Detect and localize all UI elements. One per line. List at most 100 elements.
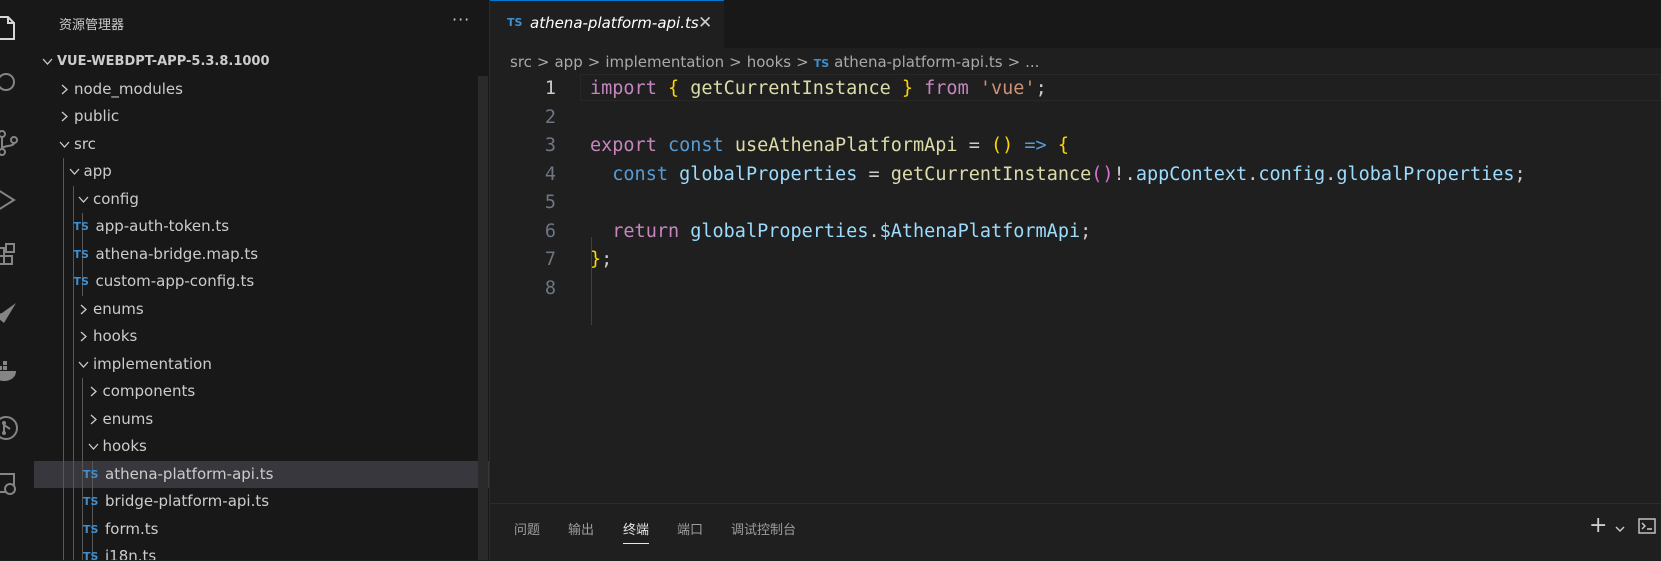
search-icon[interactable] [0, 70, 22, 100]
chevron-down-icon [57, 131, 73, 159]
typescript-file-icon: TS [73, 275, 89, 288]
breadcrumb-separator: > [587, 53, 601, 71]
tree-file[interactable]: TS i18n.ts [34, 543, 489, 560]
breadcrumb-separator: > [729, 53, 742, 71]
indent-guide [63, 240, 64, 268]
code-token: ; [1514, 163, 1526, 185]
code-line[interactable]: 1 import { getCurrentInstance } from 'vue… [490, 74, 1661, 104]
tree-folder[interactable]: config [34, 185, 489, 213]
code-token: () [1091, 163, 1114, 185]
terminal-icon[interactable] [1638, 517, 1656, 535]
typescript-file-icon: TS [507, 16, 523, 29]
typescript-file-icon: TS [83, 467, 99, 481]
code-editor[interactable]: 1 import { getCurrentInstance } from 'vue… [490, 74, 1661, 374]
chevron-right-icon [76, 296, 92, 324]
indent-guide [72, 323, 74, 351]
panel-tab[interactable]: 终端 [623, 519, 650, 544]
code-line[interactable]: 2 [490, 103, 1661, 133]
tree-item-label: hooks [93, 327, 138, 345]
tree-folder[interactable]: implementation [34, 350, 489, 378]
panel-tab[interactable]: 调试控制台 [731, 519, 796, 543]
tree-root-folder[interactable]: VUE-WEBDPT-APP-5.3.8.1000 [34, 48, 489, 76]
tree-folder[interactable]: app [34, 158, 489, 186]
breadcrumb-item[interactable]: implementation [605, 53, 724, 71]
typescript-file-icon: TS [83, 522, 99, 536]
code-token: = [957, 135, 991, 156]
code-line[interactable]: 3 export const useAthenaPlatformApi = () … [490, 131, 1661, 161]
chevron-down-icon[interactable] [1614, 520, 1626, 532]
editor-area: TS athena-platform-api.ts ✕ src > app > impl… [490, 0, 1661, 560]
panel-tab[interactable]: 端口 [677, 519, 703, 543]
more-actions-button[interactable]: ··· [452, 10, 470, 29]
indent-guide [72, 433, 74, 461]
file-tree: VUE-WEBDPT-APP-5.3.8.1000 node_modulespub… [34, 48, 489, 560]
typescript-file-icon: TS [83, 550, 99, 560]
run-debug-icon[interactable] [0, 185, 22, 215]
source-control-icon[interactable] [0, 128, 22, 158]
breadcrumb-item[interactable]: hooks [747, 53, 791, 71]
breadcrumb-item[interactable]: ... [1025, 53, 1039, 71]
tree-folder[interactable]: enums [34, 295, 489, 324]
breadcrumb-item[interactable]: app [554, 53, 582, 71]
indent-guide [63, 378, 64, 406]
explorer-icon[interactable] [0, 13, 22, 43]
indent-guide [82, 405, 83, 433]
tree-folder[interactable]: enums [34, 405, 489, 433]
chevron-down-icon [40, 48, 56, 76]
line-number: 1 [544, 78, 556, 99]
close-icon[interactable]: ✕ [698, 13, 712, 33]
remote-explorer-icon[interactable] [0, 470, 22, 500]
code-line[interactable]: 4 const globalProperties = getCurrentIns… [490, 160, 1661, 190]
code-token: return [612, 220, 680, 242]
sidebar-scrollbar[interactable] [478, 76, 488, 560]
tree-file[interactable]: TS custom-app-config.ts [34, 268, 489, 296]
new-terminal-button[interactable]: + [1589, 513, 1607, 538]
tree-folder[interactable]: public [34, 103, 489, 131]
extensions-icon[interactable] [0, 242, 22, 272]
breadcrumb-item[interactable]: athena-platform-api.ts [834, 53, 1002, 71]
code-token: globalProperties [1336, 163, 1515, 185]
docker-icon[interactable] [0, 356, 22, 386]
panel-tab[interactable]: 问题 [514, 519, 540, 543]
code-line[interactable]: 8 [490, 274, 1661, 304]
tree-file[interactable]: TS athena-bridge.map.ts [34, 240, 489, 268]
code-line[interactable]: 6 return globalProperties.$AthenaPlatfor… [490, 217, 1661, 247]
line-content: import { getCurrentInstance } from 'vue'… [590, 74, 1047, 104]
panel-tab[interactable]: 输出 [568, 519, 594, 543]
editor-tab[interactable]: TS athena-platform-api.ts ✕ [490, 0, 724, 48]
tree-file[interactable]: TS bridge-platform-api.ts [34, 488, 489, 516]
tree-folder[interactable]: src [34, 131, 489, 159]
code-line[interactable]: 7}; [490, 245, 1661, 275]
code-token: ; [1080, 220, 1092, 242]
tree-item-label: athena-bridge.map.ts [95, 244, 259, 263]
tree-folder[interactable]: components [34, 378, 489, 406]
line-content: return globalProperties.$AthenaPlatformA… [590, 217, 1091, 247]
tree-file[interactable]: TS form.ts [34, 515, 489, 543]
indent-guide [63, 158, 64, 186]
indent-guide [63, 488, 64, 516]
indent-guide [63, 405, 64, 433]
breadcrumb-item[interactable]: src [510, 53, 532, 71]
tree-folder[interactable]: hooks [34, 433, 489, 461]
code-token: export [590, 135, 657, 156]
code-line[interactable]: 5 [490, 188, 1661, 218]
explorer-sidebar: 资源管理器 ··· VUE-WEBDPT-APP-5.3.8.1000 node_… [34, 0, 490, 560]
line-number: 4 [544, 163, 556, 185]
remote-icon[interactable] [0, 299, 22, 329]
typescript-file-icon: TS [83, 495, 99, 508]
chevron-right-icon [57, 103, 73, 131]
tree-item-label: app [83, 162, 112, 180]
tree-folder[interactable]: hooks [34, 323, 489, 351]
tree-folder[interactable]: node_modules [34, 76, 489, 104]
tree-file[interactable]: TS athena-platform-api.ts [34, 460, 489, 488]
tree-root-label: VUE-WEBDPT-APP-5.3.8.1000 [57, 54, 270, 69]
tree-file[interactable]: TS app-auth-token.ts [34, 213, 489, 241]
git-graph-icon[interactable] [0, 413, 22, 443]
tree-item-label: node_modules [74, 79, 183, 98]
code-token: getCurrentInstance [690, 78, 891, 99]
